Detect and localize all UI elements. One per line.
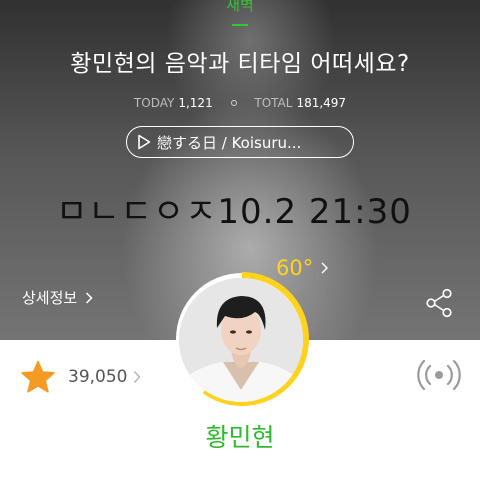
category-label: 새벽 [226, 0, 254, 14]
play-icon [137, 134, 151, 150]
star-icon [20, 360, 56, 394]
visit-stats: TODAY 1,121 TOTAL 181,497 [0, 96, 480, 110]
page-title: 황민현의 음악과 티타임 어떠세요? [70, 51, 410, 77]
rating-button[interactable]: 39,050 [20, 360, 141, 394]
profile-name: 황민현 [205, 423, 275, 452]
chevron-right-icon [85, 291, 93, 304]
category-underline [232, 24, 248, 26]
today-label: TODAY [133, 96, 175, 110]
detail-link[interactable]: 상세정보 [22, 287, 93, 308]
stats-separator [230, 100, 237, 106]
chevron-right-icon [321, 262, 329, 274]
now-playing-button[interactable]: 戀する日 / Koisuru... [126, 126, 354, 158]
countdown-text: ㅁㄴㄷㅇㅈ10.2 21:30 [56, 192, 412, 232]
detail-label: 상세정보 [22, 289, 78, 307]
total-count: 181,497 [296, 96, 347, 110]
temperature-button[interactable]: 60 ° [276, 256, 329, 280]
rating-count: 39,050 [68, 367, 128, 387]
broadcast-icon[interactable] [416, 358, 462, 392]
temperature-unit: ° [302, 256, 314, 280]
share-icon[interactable] [424, 288, 454, 318]
avatar[interactable] [179, 278, 303, 402]
today-count: 1,121 [178, 96, 213, 110]
temperature-value: 60 [276, 256, 303, 280]
chevron-right-icon [133, 370, 141, 384]
total-label: TOTAL [254, 96, 293, 110]
song-title: 戀する日 / Koisuru... [157, 133, 302, 152]
